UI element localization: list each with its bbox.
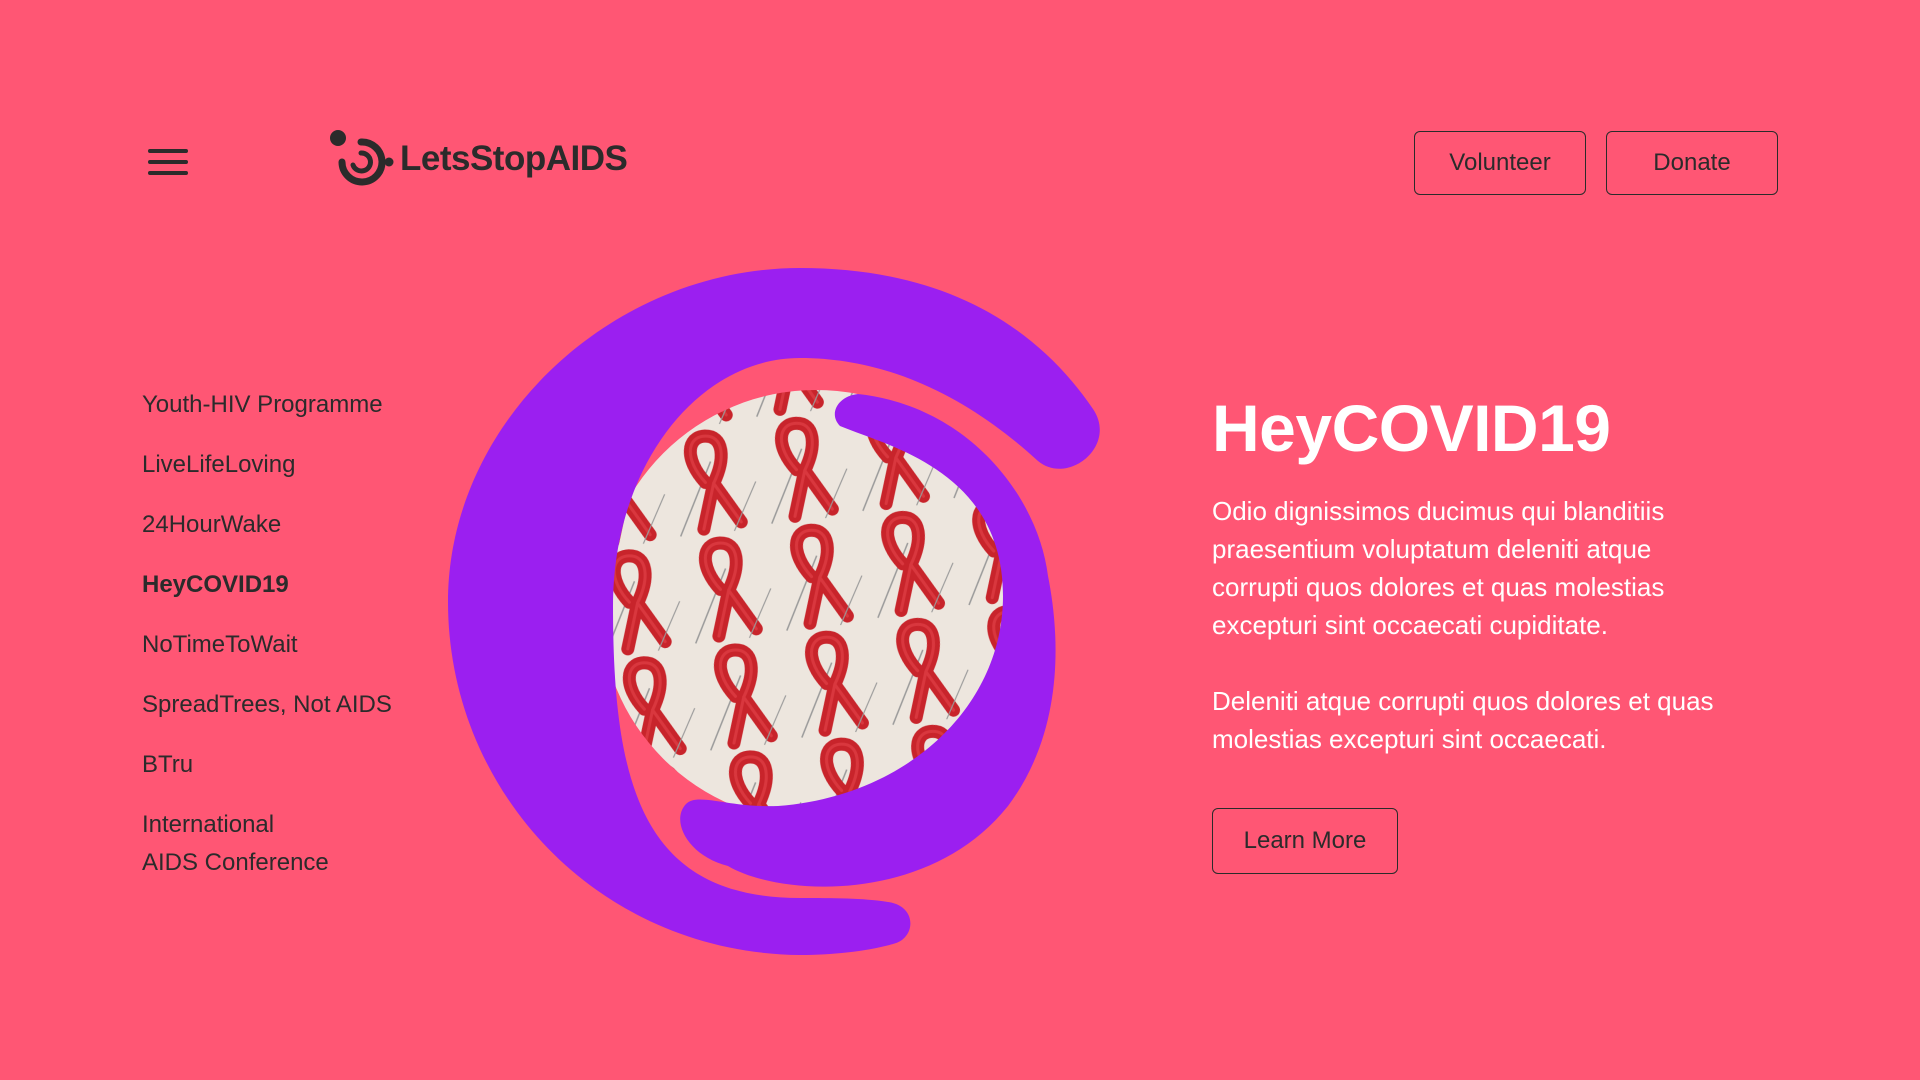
nav-item-livelifeloving[interactable]: LiveLifeLoving (142, 446, 392, 484)
menu-line (148, 160, 188, 164)
logo-text: LetsStopAIDS (400, 139, 628, 178)
nav-item-youth-hiv-programme[interactable]: Youth-HIV Programme (142, 386, 392, 424)
program-description: Odio dignissimos ducimus qui blanditiis … (1212, 496, 1665, 640)
donate-button[interactable]: Donate (1606, 131, 1778, 195)
nav-item-label-line1: International (142, 811, 275, 838)
nav-item-label-line2: AIDS Conference (142, 849, 329, 876)
nav-item-notimetowait[interactable]: NoTimeToWait (142, 626, 392, 664)
learn-more-button[interactable]: Learn More (1212, 808, 1398, 874)
hamburger-menu-icon[interactable] (146, 145, 190, 179)
menu-line (148, 171, 188, 175)
menu-line (148, 149, 188, 153)
nav-item-international-aids-conference[interactable]: International AIDS Conference (142, 806, 362, 882)
site-logo[interactable]: LetsStopAIDS (328, 126, 628, 192)
program-nav: Youth-HIV Programme LiveLifeLoving 24Hou… (142, 386, 392, 904)
program-details: HeyCOVID19 Odio dignissimos ducimus qui … (1212, 386, 1732, 874)
nav-item-heycovid19[interactable]: HeyCOVID19 (142, 566, 392, 604)
nav-item-spreadtrees[interactable]: SpreadTrees, Not AIDS (142, 686, 392, 724)
program-description-secondary: Deleniti atque corrupti quos dolores et … (1212, 686, 1714, 754)
logo-mark-icon (330, 130, 394, 186)
nav-item-btru[interactable]: BTru (142, 746, 392, 784)
program-title: HeyCOVID19 (1212, 391, 1611, 465)
volunteer-button[interactable]: Volunteer (1414, 131, 1586, 195)
nav-item-24hourwake[interactable]: 24HourWake (142, 506, 392, 544)
hero-swirl-graphic (448, 268, 1100, 955)
hero-visual (448, 246, 1148, 958)
